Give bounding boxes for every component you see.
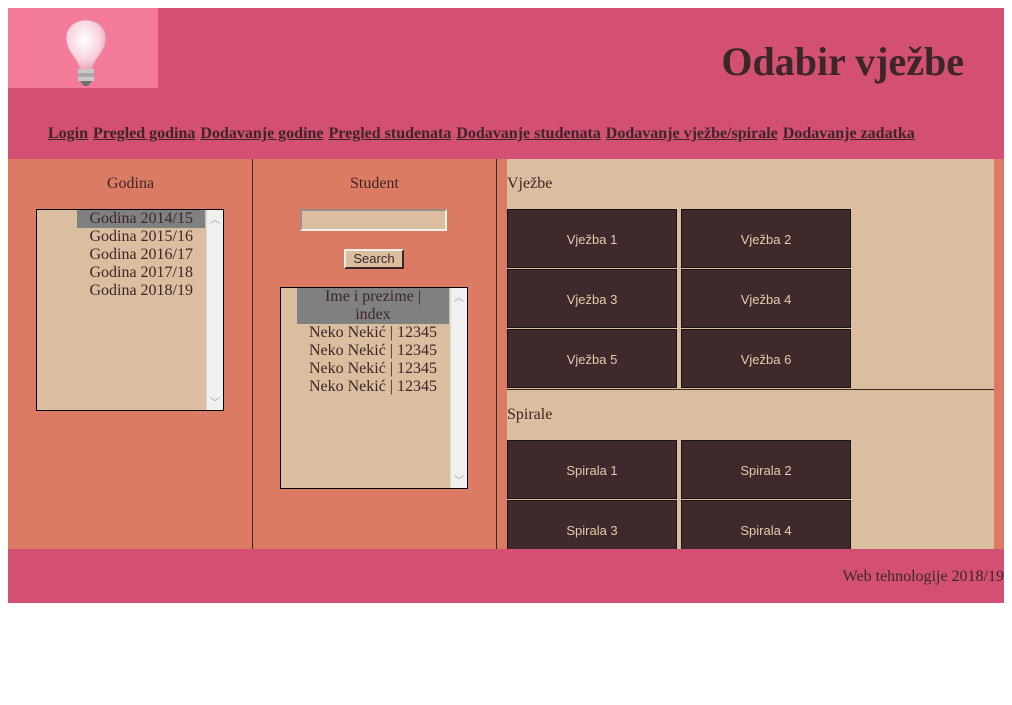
nav-link-0[interactable]: Login (48, 125, 88, 142)
godina-option[interactable]: Godina 2015/16 (77, 228, 205, 246)
lightbulb-icon (65, 19, 107, 86)
student-title: Student (350, 175, 399, 192)
page-title: Odabir vježbe (721, 39, 964, 84)
spirala-tile-1[interactable]: Spirala 1 (507, 440, 677, 499)
godina-option[interactable]: Godina 2018/19 (77, 282, 205, 300)
godina-option[interactable]: Godina 2017/18 (77, 264, 205, 282)
scroll-down-icon[interactable]: ﹀ (451, 472, 467, 487)
spirala-tile-4[interactable]: Spirala 4 (681, 500, 851, 549)
spirala-tile-3[interactable]: Spirala 3 (507, 500, 677, 549)
student-option[interactable]: Neko Nekić | 12345 (297, 342, 449, 360)
student-option[interactable]: Neko Nekić | 12345 (297, 324, 449, 342)
student-header[interactable]: Ime i prezime | (296, 288, 449, 306)
scroll-up-icon[interactable]: ︿ (207, 211, 223, 226)
student-option[interactable]: Neko Nekić | 12345 (297, 378, 449, 396)
exercise-panel: Vježbe Vježba 1 Vježba 2 Vježba 3 Vježba 4V… (507, 159, 994, 549)
footer: Web tehnologije 2018/19 (8, 549, 1004, 603)
scrollbar[interactable]: ︿ ﹀ (206, 210, 223, 410)
nav-link-6[interactable]: Dodavanje zadatka (783, 125, 915, 142)
search-button[interactable]: Search (344, 249, 404, 269)
nav-link-2[interactable]: Dodavanje godine (200, 125, 323, 142)
nav-link-1[interactable]: Pregled godina (93, 125, 195, 142)
nav-link-3[interactable]: Pregled studenata (329, 125, 452, 142)
vjezba-tile-5[interactable]: Vježba 5 (507, 329, 677, 388)
vjezbe-title: Vježbe (507, 175, 553, 192)
scrollbar[interactable]: ︿ ﹀ (450, 288, 467, 488)
student-header[interactable]: index (296, 306, 449, 324)
footer-text: Web tehnologije 2018/19 (842, 568, 1004, 585)
godina-title: Godina (107, 175, 155, 192)
spirala-tile-2[interactable]: Spirala 2 (681, 440, 851, 499)
vjezba-tile-3[interactable]: Vježba 3 (507, 269, 677, 328)
vjezba-tile-2[interactable]: Vježba 2 (681, 209, 851, 268)
header: Odabir vježbe Login Pregled godina Dodav… (8, 8, 1004, 159)
divider (507, 389, 994, 390)
divider (252, 159, 253, 549)
main-nav: Login Pregled godina Dodavanje godine Pr… (48, 125, 916, 143)
main-content: Godina Godina 2014/15 Godina 2015/16 Godin… (8, 159, 1004, 549)
student-listbox[interactable]: Ime i prezime | index Neko Nekić | 12345 Ne… (280, 287, 468, 489)
logo (8, 8, 158, 88)
scroll-down-icon[interactable]: ﹀ (207, 394, 223, 409)
nav-link-5[interactable]: Dodavanje vježbe/spirale (606, 125, 778, 142)
godina-option[interactable]: Godina 2014/15 (77, 210, 205, 228)
vjezba-tile-1[interactable]: Vježba 1 (507, 209, 677, 268)
godina-listbox[interactable]: Godina 2014/15 Godina 2015/16 Godina 2016/… (36, 209, 224, 411)
search-input[interactable] (300, 209, 447, 231)
vjezba-tile-6[interactable]: Vježba 6 (681, 329, 851, 388)
spirale-title: Spirale (507, 406, 553, 423)
vjezba-tile-4[interactable]: Vježba 4 (681, 269, 851, 328)
godina-option[interactable]: Godina 2016/17 (77, 246, 205, 264)
nav-link-4[interactable]: Dodavanje studenata (456, 125, 600, 142)
student-option[interactable]: Neko Nekić | 12345 (297, 360, 449, 378)
divider (496, 159, 497, 549)
scroll-up-icon[interactable]: ︿ (451, 289, 467, 304)
